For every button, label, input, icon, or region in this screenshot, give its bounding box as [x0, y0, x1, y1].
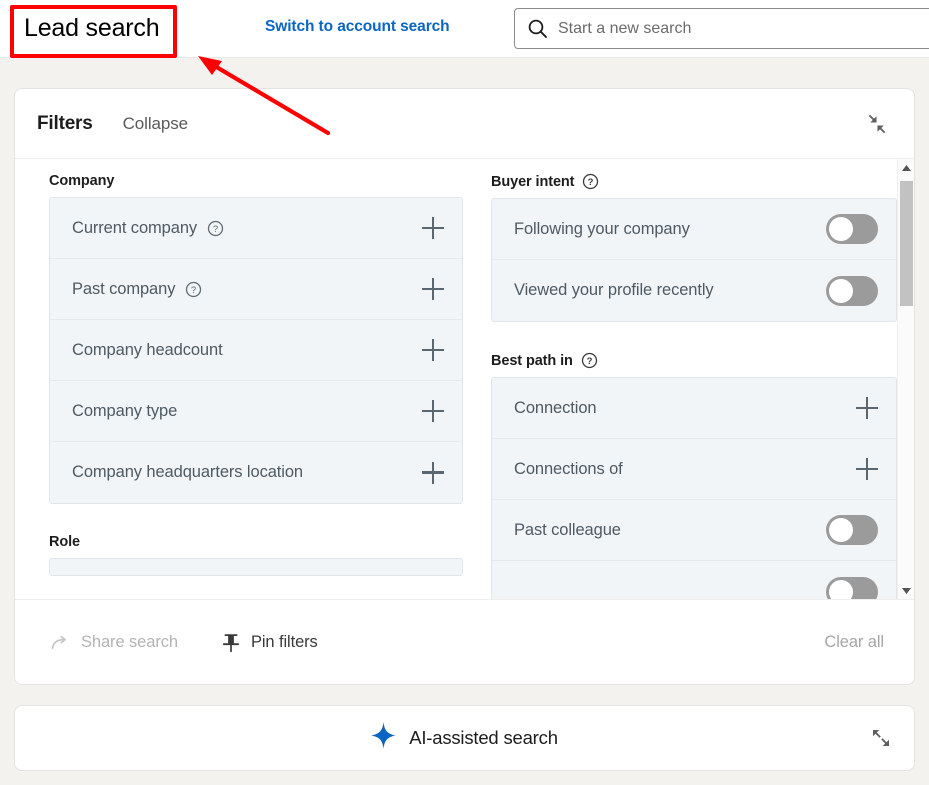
share-search-label: Share search [81, 633, 178, 651]
filter-label: Company type [72, 401, 178, 420]
svg-text:?: ? [191, 285, 196, 296]
share-arrow-icon [51, 635, 70, 651]
clear-all-button[interactable]: Clear all [824, 633, 884, 652]
filters-card: Filters Collapse Company Current company… [14, 88, 915, 685]
add-filter-icon[interactable] [422, 339, 444, 361]
add-filter-icon[interactable] [422, 217, 444, 239]
filter-row-company-type[interactable]: Company type [50, 381, 462, 442]
filter-label: Connections of [514, 459, 623, 478]
add-filter-icon[interactable] [856, 397, 878, 419]
help-icon[interactable]: ? [207, 220, 224, 237]
group-title-label: Best path in [491, 352, 573, 369]
page-title: Lead search [24, 14, 160, 42]
filter-label: Current company [72, 218, 198, 237]
add-filter-icon[interactable] [422, 278, 444, 300]
collapse-inward-icon[interactable] [862, 109, 892, 139]
sparkle-icon [371, 722, 396, 754]
group-title-label: Company [49, 173, 115, 189]
svg-text:?: ? [588, 177, 594, 188]
pin-filters-button[interactable]: Pin filters [222, 633, 318, 653]
filter-row-role-clipped[interactable] [50, 559, 462, 575]
group-title-company: Company [49, 173, 463, 189]
filters-heading: Filters [37, 112, 93, 134]
filter-label: Following your company [514, 219, 690, 238]
toggle-knob [829, 278, 853, 303]
toggle-knob [829, 217, 853, 241]
filter-label: Company headquarters location [72, 463, 303, 481]
pushpin-icon [222, 633, 240, 653]
filter-group-company: Current company ? Past company ? Company… [49, 197, 463, 504]
filter-row-viewed-your-profile-recently[interactable]: Viewed your profile recently [492, 260, 896, 321]
svg-text:?: ? [213, 224, 218, 235]
help-icon[interactable]: ? [185, 281, 202, 298]
help-icon[interactable]: ? [582, 173, 599, 190]
filter-group-role [49, 558, 463, 576]
filter-row-past-company[interactable]: Past company ? [50, 259, 462, 320]
group-title-buyer-intent: Buyer intent ? [491, 173, 897, 190]
filter-label: Viewed your profile recently [514, 281, 714, 299]
search-box[interactable] [514, 8, 929, 49]
top-bar: Lead search Switch to account search [0, 0, 929, 58]
filters-scroll-region: Company Current company ? Past company ?… [15, 159, 914, 599]
filter-row-connections-of[interactable]: Connections of [492, 439, 896, 500]
filter-label: Connection [514, 398, 597, 417]
filter-label: Company headcount [72, 340, 223, 359]
toggle-knob [829, 579, 853, 599]
filter-row-connection[interactable]: Connection [492, 378, 896, 439]
filter-label: Past colleague [514, 520, 621, 539]
toggle-following-your-company[interactable] [826, 214, 878, 244]
toggle-knob [829, 518, 853, 542]
group-title-role: Role [49, 534, 463, 550]
filter-row-company-headcount[interactable]: Company headcount [50, 320, 462, 381]
group-title-label: Role [49, 534, 81, 550]
filters-column-left: Company Current company ? Past company ?… [15, 173, 477, 599]
filters-scrollbar[interactable] [897, 159, 914, 599]
add-filter-icon[interactable] [422, 400, 444, 422]
filter-row-company-headquarters-location[interactable]: Company headquarters location [50, 442, 462, 503]
scroll-up-arrow-icon[interactable] [898, 159, 914, 176]
group-title-label: Buyer intent [491, 173, 575, 190]
toggle-past-colleague[interactable] [826, 515, 878, 545]
filter-row-following-your-company[interactable]: Following your company [492, 199, 896, 260]
filters-column-right: Buyer intent ? Following your company Vi… [477, 173, 897, 599]
pin-filters-label: Pin filters [250, 633, 318, 651]
filters-header: Filters Collapse [15, 89, 914, 159]
expand-outward-icon[interactable] [866, 723, 896, 753]
filter-row-best-path-clipped[interactable] [492, 561, 896, 599]
filter-label: Past company [72, 279, 176, 298]
filters-footer: Share search Pin filters Clear all [15, 599, 914, 684]
filter-group-best-path-in: Connection Connections of Past colleague [491, 377, 897, 599]
help-icon[interactable]: ? [581, 352, 598, 369]
ai-assisted-search-content: AI-assisted search [371, 722, 558, 754]
filter-row-past-colleague[interactable]: Past colleague [492, 500, 896, 561]
app-root: Lead search Switch to account search Fil… [0, 0, 929, 785]
filter-row-current-company[interactable]: Current company ? [50, 198, 462, 259]
filters-columns: Company Current company ? Past company ?… [15, 159, 897, 599]
search-icon [527, 18, 548, 39]
add-filter-icon[interactable] [856, 458, 878, 480]
toggle-clipped[interactable] [826, 576, 878, 599]
filter-group-buyer-intent: Following your company Viewed your profi… [491, 198, 897, 322]
add-filter-icon[interactable] [422, 461, 444, 484]
ai-assisted-search-label: AI-assisted search [409, 727, 558, 748]
ai-assisted-search-bar[interactable]: AI-assisted search [14, 705, 915, 771]
share-search-button[interactable]: Share search [51, 633, 178, 652]
svg-text:?: ? [586, 356, 592, 367]
scroll-down-arrow-icon[interactable] [898, 582, 914, 599]
switch-to-account-search-link[interactable]: Switch to account search [265, 18, 450, 36]
group-title-best-path-in: Best path in ? [491, 352, 897, 369]
toggle-viewed-your-profile-recently[interactable] [826, 275, 878, 306]
search-input[interactable] [558, 19, 929, 38]
collapse-link[interactable]: Collapse [123, 114, 188, 134]
scrollbar-thumb[interactable] [900, 181, 913, 306]
